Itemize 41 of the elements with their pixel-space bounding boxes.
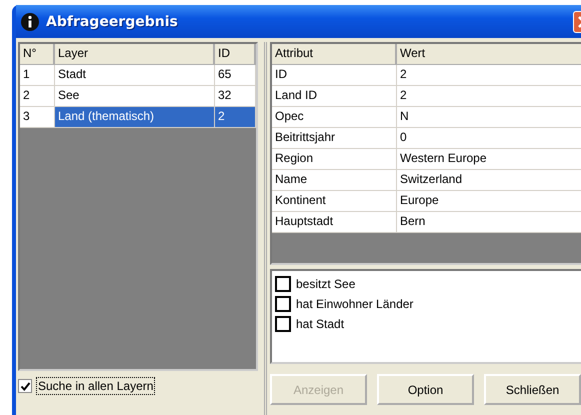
- table-cell: 1: [20, 65, 55, 85]
- table-cell: Bern: [397, 212, 581, 232]
- table-cell: Region: [272, 149, 397, 169]
- window-title: Abfrageergebnis: [46, 14, 178, 30]
- dialog-button[interactable]: Option: [377, 374, 474, 405]
- table-cell: ID: [272, 65, 397, 85]
- table-cell: 2: [20, 86, 55, 106]
- checkbox[interactable]: [275, 316, 291, 332]
- table-cell: Western Europe: [397, 149, 581, 169]
- table-cell: 0: [397, 128, 581, 148]
- checkbox-label: hat Einwohner Länder: [296, 297, 414, 311]
- table-cell: Land (thematisch): [55, 107, 215, 127]
- checkbox-label: hat Stadt: [296, 317, 344, 331]
- table-row[interactable]: 2 See 32: [20, 86, 256, 107]
- table-cell: Beitrittsjahr: [272, 128, 397, 148]
- table-cell: N: [397, 107, 581, 127]
- table-cell: Stadt: [55, 65, 215, 85]
- checkmark-icon: [20, 380, 30, 392]
- table-cell: Land ID: [272, 86, 397, 106]
- table-cell: 32: [215, 86, 256, 106]
- table-cell: 65: [215, 65, 256, 85]
- table-cell: Europe: [397, 191, 581, 211]
- table-cell: Name: [272, 170, 397, 190]
- checkbox-label: besitzt See: [296, 277, 356, 291]
- table-row[interactable]: 3 Land (thematisch) 2: [20, 107, 256, 128]
- table-cell: 2: [397, 65, 581, 85]
- dialog-button[interactable]: Schließen: [484, 374, 581, 405]
- table-cell: Kontinent: [272, 191, 397, 211]
- checkbox[interactable]: [18, 379, 32, 393]
- checkbox[interactable]: [275, 296, 291, 312]
- table-cell: Opec: [272, 107, 397, 127]
- checkbox[interactable]: [275, 276, 291, 292]
- search-all-checkbox[interactable]: Suche in allen Layern: [18, 377, 258, 395]
- table-cell: See: [55, 86, 215, 106]
- table-cell: Hauptstadt: [272, 212, 397, 232]
- table-row[interactable]: 1 Stadt 65: [20, 65, 256, 86]
- checkbox-label: Suche in allen Layern: [36, 377, 156, 395]
- table-cell: 2: [397, 86, 581, 106]
- table-cell: 2: [215, 107, 256, 127]
- info-icon: [20, 12, 40, 32]
- table-cell: Switzerland: [397, 170, 581, 190]
